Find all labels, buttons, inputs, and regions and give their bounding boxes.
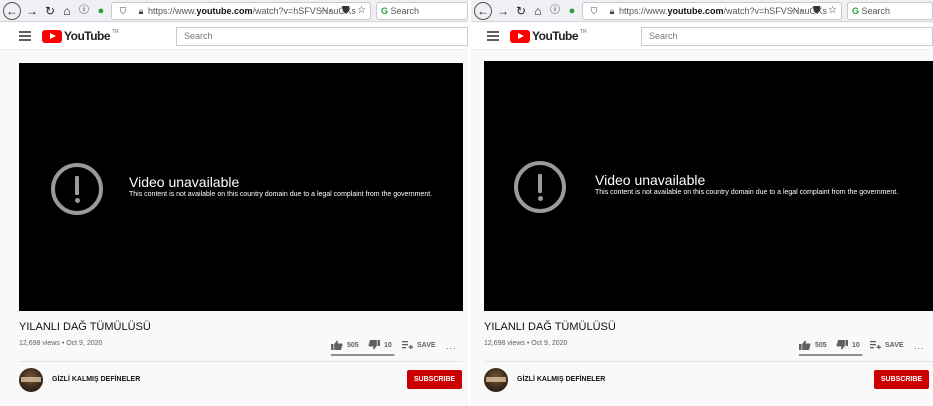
browser-window-left: ← → ↻ ⌂ ⓘ ● ⛉ 🔒︎ https://www.youtube.com/w… xyxy=(0,0,468,406)
dislike-count: 10 xyxy=(852,341,860,349)
youtube-header: YouTube TR Search xyxy=(0,23,468,50)
meta-separator: • xyxy=(61,340,65,347)
logo-country: TR xyxy=(112,29,119,35)
save-button[interactable]: SAVE xyxy=(870,339,904,351)
menu-icon[interactable] xyxy=(487,31,499,41)
publish-date: Oct 9, 2020 xyxy=(66,340,103,347)
home-icon[interactable]: ⌂ xyxy=(530,3,546,19)
divider xyxy=(19,361,463,362)
divider xyxy=(484,361,933,362)
reload-icon[interactable]: ↻ xyxy=(513,3,529,19)
search-engine-icon: G xyxy=(852,6,860,16)
video-player[interactable]: Video unavailable This content is not av… xyxy=(19,63,463,311)
back-icon[interactable]: ← xyxy=(474,2,492,20)
dislike-count: 10 xyxy=(384,341,392,349)
view-count: 12,698 views xyxy=(484,340,525,347)
browser-toolbar: ← → ↻ ⌂ ⓘ ● ⛉ 🔒︎ https://www.youtube.com/w… xyxy=(471,0,933,22)
sentiment-fill xyxy=(799,354,862,356)
evernote-icon[interactable]: ● xyxy=(93,3,109,19)
search-placeholder: Search xyxy=(390,6,420,16)
pocket-icon[interactable]: ⛊ xyxy=(342,3,351,19)
video-title: YILANLI DAĞ TÜMÜLÜSÜ xyxy=(19,321,151,333)
bookmark-star-icon[interactable]: ☆ xyxy=(357,3,367,19)
home-icon[interactable]: ⌂ xyxy=(59,3,75,19)
channel-avatar[interactable] xyxy=(19,368,43,392)
back-icon[interactable]: ← xyxy=(3,2,21,20)
browser-window-right: ← → ↻ ⌂ ⓘ ● ⛉ 🔒︎ https://www.youtube.com/w… xyxy=(471,0,933,406)
thumbs-down-icon xyxy=(368,340,380,350)
youtube-search-input[interactable]: Search xyxy=(176,27,468,46)
unavailable-message: This content is not available on this co… xyxy=(595,189,899,196)
like-button[interactable]: 505 xyxy=(799,339,827,351)
pocket-icon[interactable]: ⛊ xyxy=(813,3,822,19)
more-actions-icon[interactable]: ... xyxy=(914,341,925,351)
reload-icon[interactable]: ↻ xyxy=(42,3,58,19)
dislike-button[interactable]: 10 xyxy=(368,339,392,351)
menu-icon[interactable] xyxy=(19,31,31,41)
thumbs-up-icon xyxy=(799,340,811,350)
forward-icon[interactable]: → xyxy=(24,3,40,19)
browser-toolbar: ← → ↻ ⌂ ⓘ ● ⛉ 🔒︎ https://www.youtube.com/w… xyxy=(0,0,468,22)
youtube-play-icon xyxy=(42,29,62,43)
subscribe-button[interactable]: SUBSCRIBE xyxy=(407,370,462,389)
evernote-icon[interactable]: ● xyxy=(564,3,580,19)
info-icon[interactable]: ⓘ xyxy=(547,3,563,19)
channel-name[interactable]: GİZLİ KALMIŞ DEFİNELER xyxy=(52,376,140,383)
sentiment-bar xyxy=(799,354,863,356)
shield-icon: ⛉ xyxy=(590,6,598,16)
playlist-add-icon xyxy=(402,341,413,349)
lock-icon: 🔒︎ xyxy=(138,6,144,16)
shield-icon: ⛉ xyxy=(119,6,127,16)
video-meta: 12,698 views • Oct 9, 2020 xyxy=(19,340,102,347)
thumbs-up-icon xyxy=(331,340,343,350)
video-player[interactable]: Video unavailable This content is not av… xyxy=(484,61,933,311)
unavailable-title: Video unavailable xyxy=(129,174,240,190)
playlist-add-icon xyxy=(870,341,881,349)
save-label: SAVE xyxy=(885,341,904,349)
subscribe-button[interactable]: SUBSCRIBE xyxy=(874,370,929,389)
view-count: 12,698 views xyxy=(19,340,60,347)
video-meta: 12,698 views • Oct 9, 2020 xyxy=(484,340,567,347)
page-actions-icon[interactable]: ··· xyxy=(791,3,804,19)
browser-search-box[interactable]: G Search xyxy=(376,2,468,20)
youtube-logo[interactable]: YouTube TR xyxy=(42,29,119,43)
channel-name[interactable]: GİZLİ KALMIŞ DEFİNELER xyxy=(517,376,605,383)
youtube-logo[interactable]: YouTube TR xyxy=(510,29,587,43)
channel-avatar[interactable] xyxy=(484,368,508,392)
publish-date: Oct 9, 2020 xyxy=(531,340,568,347)
logo-text: YouTube xyxy=(64,29,111,43)
video-title: YILANLI DAĞ TÜMÜLÜSÜ xyxy=(484,321,616,333)
dislike-button[interactable]: 10 xyxy=(836,339,860,351)
forward-icon[interactable]: → xyxy=(495,3,511,19)
lock-icon: 🔒︎ xyxy=(609,6,615,16)
address-bar[interactable]: ⛉ 🔒︎ https://www.youtube.com/watch?v=hSFVS… xyxy=(111,2,371,20)
address-bar[interactable]: ⛉ 🔒︎ https://www.youtube.com/watch?v=hSFVS… xyxy=(582,2,842,20)
search-engine-icon: G xyxy=(381,6,389,16)
logo-country: TR xyxy=(580,29,587,35)
save-button[interactable]: SAVE xyxy=(402,339,436,351)
like-button[interactable]: 505 xyxy=(331,339,359,351)
like-count: 505 xyxy=(815,341,827,349)
search-placeholder: Search xyxy=(861,6,891,16)
thumbs-down-icon xyxy=(836,340,848,350)
youtube-header: YouTube TR Search xyxy=(471,23,933,50)
more-actions-icon[interactable]: ... xyxy=(446,341,457,351)
sentiment-bar xyxy=(331,354,395,356)
youtube-play-icon xyxy=(510,29,530,43)
exclamation-icon xyxy=(514,161,566,213)
unavailable-title: Video unavailable xyxy=(595,172,706,188)
logo-text: YouTube xyxy=(532,29,579,43)
exclamation-icon xyxy=(51,163,103,215)
info-icon[interactable]: ⓘ xyxy=(76,3,92,19)
page-actions-icon[interactable]: ··· xyxy=(320,3,333,19)
like-count: 505 xyxy=(347,341,359,349)
unavailable-message: This content is not available on this co… xyxy=(129,191,433,198)
browser-search-box[interactable]: G Search xyxy=(847,2,933,20)
bookmark-star-icon[interactable]: ☆ xyxy=(828,3,838,19)
youtube-search-input[interactable]: Search xyxy=(641,27,933,46)
sentiment-fill xyxy=(331,354,394,356)
meta-separator: • xyxy=(526,340,530,347)
save-label: SAVE xyxy=(417,341,436,349)
